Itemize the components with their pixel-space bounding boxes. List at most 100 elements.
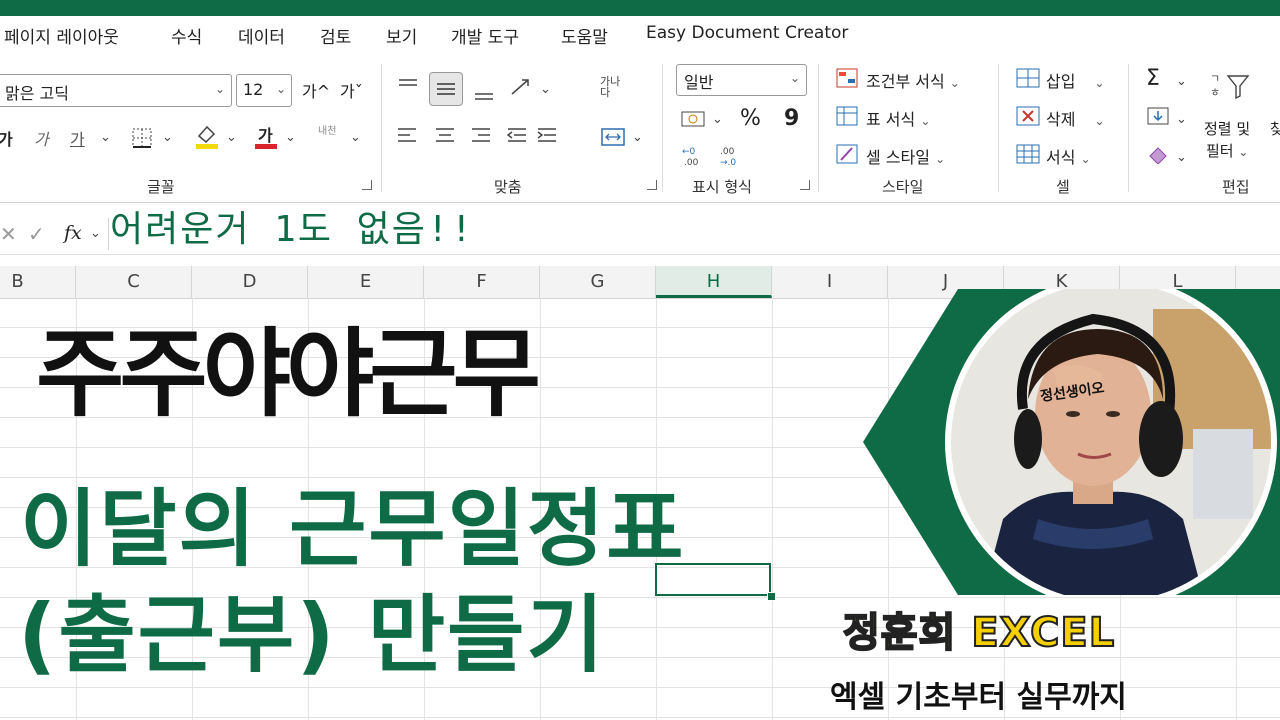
chevron-down-icon[interactable]: ⌄ xyxy=(350,130,361,145)
enter-check-icon[interactable]: ✓ xyxy=(28,222,45,246)
format-as-table-button[interactable]: 표 서식 ⌄ xyxy=(866,106,930,130)
cancel-icon[interactable]: ✕ xyxy=(0,222,17,246)
group-label-number: 표시 형식 xyxy=(692,178,752,196)
dialog-launcher-icon[interactable] xyxy=(800,180,810,190)
tab-page-layout[interactable]: 페이지 레이아웃 xyxy=(4,23,119,48)
brand-subtitle: 엑셀 기초부터 실무까지 xyxy=(830,680,1127,715)
svg-text:→.0: →.0 xyxy=(720,158,736,168)
tab-developer[interactable]: 개발 도구 xyxy=(451,23,519,48)
delete-label: 삭제 xyxy=(1046,110,1076,129)
column-header-b[interactable]: B xyxy=(0,266,76,298)
chevron-down-icon[interactable]: ⌄ xyxy=(632,130,643,145)
delete-cells-button[interactable]: 삭제 ⌄ xyxy=(1046,106,1105,130)
font-size-value: 12 xyxy=(243,80,264,99)
column-header-g[interactable]: G xyxy=(540,266,656,298)
format-as-table-label: 표 서식 xyxy=(866,110,916,129)
cell-styles-button[interactable]: 셀 스타일 ⌄ xyxy=(866,144,945,168)
tab-formulas[interactable]: 수식 xyxy=(171,23,202,48)
clear-eraser-icon[interactable] xyxy=(1146,144,1170,164)
format-cells-button[interactable]: 서식 ⌄ xyxy=(1046,144,1091,168)
dialog-launcher-icon[interactable] xyxy=(647,180,657,190)
presenter-badge: 정선생이오 xyxy=(863,276,1280,608)
column-header-f[interactable]: F xyxy=(424,266,540,298)
title-main: 주주야야근무 xyxy=(36,318,541,430)
tab-review[interactable]: 검토 xyxy=(320,23,351,48)
filter-label: 필터 xyxy=(1206,142,1234,160)
chevron-down-icon: ⌄ xyxy=(275,82,286,96)
title-line-3: (출근부) 만들기 xyxy=(18,586,606,684)
separator xyxy=(108,218,109,250)
grow-font-button[interactable]: 가^ xyxy=(302,78,330,102)
accounting-format-icon[interactable] xyxy=(680,108,708,130)
number-format-dropdown[interactable]: 일반 ⌄ xyxy=(676,64,807,96)
chevron-down-icon[interactable]: ⌄ xyxy=(1176,150,1187,165)
tab-easy-document-creator[interactable]: Easy Document Creator xyxy=(646,23,848,43)
group-label-editing: 편집 xyxy=(1222,178,1250,196)
chevron-down-icon[interactable]: ⌄ xyxy=(1176,112,1187,127)
font-name-dropdown[interactable]: 맑은 고딕 ⌄ xyxy=(0,74,232,107)
font-size-dropdown[interactable]: 12 ⌄ xyxy=(236,74,292,107)
format-as-table-icon xyxy=(836,106,858,126)
percent-style-button[interactable]: % xyxy=(740,106,761,131)
align-top-icon[interactable] xyxy=(396,76,420,96)
align-bottom-icon[interactable] xyxy=(472,84,496,104)
tab-help[interactable]: 도움말 xyxy=(561,23,608,48)
chevron-down-icon: ⌄ xyxy=(1238,145,1249,159)
conditional-formatting-button[interactable]: 조건부 서식 ⌄ xyxy=(866,68,960,92)
chevron-down-icon[interactable]: ⌄ xyxy=(162,130,173,145)
phonetic-button[interactable]: 내천 xyxy=(318,122,336,137)
chevron-down-icon[interactable]: ⌄ xyxy=(1176,74,1187,89)
find-select-button[interactable]: 찾 xyxy=(1270,118,1280,139)
chevron-down-icon[interactable]: ⌄ xyxy=(226,130,237,145)
wrap-text-button[interactable]: 가나다 xyxy=(600,76,626,98)
separator xyxy=(381,64,382,192)
chevron-down-icon[interactable]: ⌄ xyxy=(712,112,723,127)
delete-cells-icon xyxy=(1016,106,1040,126)
insert-cells-button[interactable]: 삽입 ⌄ xyxy=(1046,68,1105,92)
conditional-formatting-label: 조건부 서식 xyxy=(866,72,945,91)
column-header-e[interactable]: E xyxy=(308,266,424,298)
shrink-font-button[interactable]: 가ˇ xyxy=(340,78,363,102)
chevron-down-icon[interactable]: ⌄ xyxy=(540,82,551,97)
orientation-icon[interactable] xyxy=(508,76,534,98)
comma-style-button[interactable]: 9 xyxy=(784,106,799,131)
insert-cells-icon xyxy=(1016,68,1040,88)
insert-function-button[interactable]: fx xyxy=(64,222,82,244)
conditional-formatting-icon xyxy=(836,68,858,88)
italic-button[interactable]: 가 xyxy=(34,126,49,150)
tab-view[interactable]: 보기 xyxy=(386,23,417,48)
fill-icon[interactable] xyxy=(1146,106,1170,126)
sort-filter-button[interactable]: 정렬 및 xyxy=(1204,118,1250,139)
number-format-value: 일반 xyxy=(684,73,714,92)
chevron-down-icon[interactable]: ⌄ xyxy=(285,130,296,145)
chevron-down-icon: ⌄ xyxy=(949,76,960,90)
handwritten-note: 어려운거 1도 없음!! xyxy=(110,209,475,250)
horizontal-align-icons[interactable] xyxy=(396,124,556,148)
merge-center-icon[interactable] xyxy=(600,126,626,148)
presenter-photo: 정선생이오 xyxy=(863,276,1280,608)
align-middle-button[interactable] xyxy=(429,72,463,106)
sort-filter-label-2[interactable]: 필터 ⌄ xyxy=(1206,140,1248,161)
decimal-buttons-icon[interactable]: ←0 .00 .00 →.0 xyxy=(680,144,744,168)
brand-title: 정훈희 EXCEL xyxy=(842,609,1116,657)
chevron-down-icon: ⌄ xyxy=(1094,76,1105,90)
font-color-button[interactable]: 가 xyxy=(258,122,273,146)
svg-text:←0: ←0 xyxy=(682,147,696,157)
column-header-d[interactable]: D xyxy=(192,266,308,298)
column-header-c[interactable]: C xyxy=(76,266,192,298)
underline-button[interactable]: 가 xyxy=(70,126,85,150)
chevron-down-icon: ⌄ xyxy=(1080,152,1091,166)
autosum-button[interactable]: Σ xyxy=(1146,66,1160,91)
format-label: 서식 xyxy=(1046,148,1076,167)
fill-handle[interactable] xyxy=(767,592,776,601)
dialog-launcher-icon[interactable] xyxy=(362,180,372,190)
ribbon-tabs: 페이지 레이아웃 수식 데이터 검토 보기 개발 도구 도움말 Easy Doc… xyxy=(0,16,1280,54)
chevron-down-icon[interactable]: ⌄ xyxy=(100,130,111,145)
tab-data[interactable]: 데이터 xyxy=(238,23,285,48)
column-header-h[interactable]: H xyxy=(656,266,772,298)
fill-color-icon[interactable] xyxy=(194,122,220,150)
border-icon[interactable] xyxy=(130,126,154,150)
title-line-2: 이달의 근무일정표 xyxy=(20,480,686,578)
bold-button[interactable]: 가 xyxy=(0,126,13,150)
chevron-down-icon[interactable]: ⌄ xyxy=(90,226,101,241)
